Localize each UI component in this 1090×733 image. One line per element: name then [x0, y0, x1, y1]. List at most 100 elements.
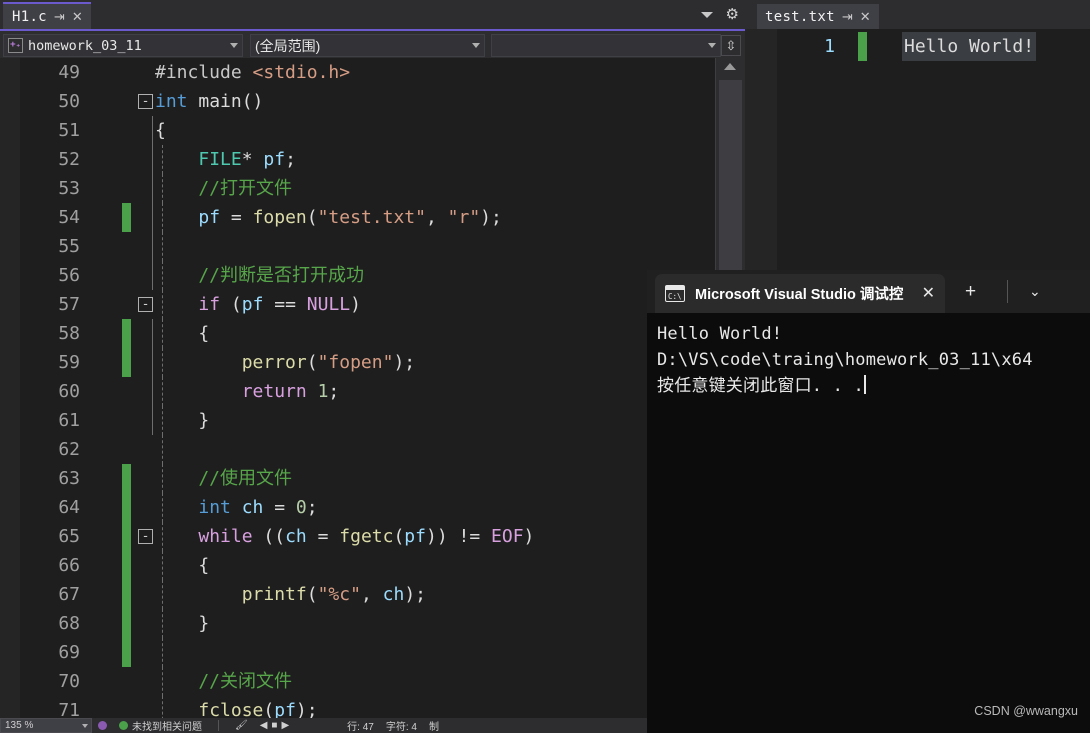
scope-label: (全局范围): [255, 37, 321, 54]
tabstrip-actions: ⚙: [700, 0, 739, 29]
code-line[interactable]: 56 //判断是否打开成功: [0, 261, 745, 290]
indent-guide: [152, 116, 153, 145]
change-bar: [122, 551, 131, 580]
indent-guide: [152, 319, 153, 348]
indent-guide: [152, 406, 153, 435]
line-number: 67: [58, 584, 80, 605]
code-line[interactable]: 66 {: [0, 551, 745, 580]
tab-test-txt[interactable]: test.txt ⇥ ✕: [757, 4, 879, 29]
line-number: 64: [58, 497, 80, 518]
zoom-level-selector[interactable]: 135 %: [0, 718, 92, 733]
console-line-text: 按任意键关闭此窗口. . .: [657, 376, 864, 396]
fold-toggle-icon[interactable]: -: [138, 529, 153, 544]
line-number: 50: [58, 91, 80, 112]
code-line[interactable]: 58 {: [0, 319, 745, 348]
code-line[interactable]: 70 //关闭文件: [0, 667, 745, 696]
code-text: pf = fopen("test.txt", "r");: [198, 207, 502, 228]
code-line[interactable]: 61 }: [0, 406, 745, 435]
text-file-line: Hello World!: [902, 32, 1037, 61]
code-text: {: [155, 323, 210, 344]
code-line[interactable]: 50 - int main(): [0, 87, 745, 116]
status-tail: 制: [428, 722, 439, 733]
command-prompt-icon: C:\: [665, 285, 685, 302]
code-line[interactable]: 52 FILE* pf;: [0, 145, 745, 174]
brush-tool[interactable]: 🖌: [229, 720, 254, 731]
plus-icon[interactable]: +: [965, 282, 976, 301]
code-line[interactable]: 55: [0, 232, 745, 261]
gear-icon[interactable]: ⚙: [726, 7, 739, 22]
chevron-down-icon: [472, 43, 480, 48]
issues-indicator[interactable]: 未找到相关问题: [113, 718, 208, 733]
chevron-down-icon[interactable]: [700, 11, 713, 18]
code-line[interactable]: 62: [0, 435, 745, 464]
scope-dropdown[interactable]: (全局范围): [250, 34, 485, 57]
editor-navigation-bar: +₊ homework_03_11 (全局范围) ⇳: [0, 29, 745, 58]
code-text: int main(): [155, 91, 264, 112]
code-line[interactable]: 59 perror("fopen");: [0, 348, 745, 377]
code-line[interactable]: 60 return 1;: [0, 377, 745, 406]
code-line[interactable]: 65 - while ((ch = fgetc(pf)) != EOF): [0, 522, 745, 551]
console-tab[interactable]: C:\ Microsoft Visual Studio 调试控 ✕: [655, 274, 945, 313]
project-name: homework_03_11: [28, 37, 142, 54]
line-number: 56: [58, 265, 80, 286]
chevron-down-icon: [82, 723, 88, 728]
pin-icon[interactable]: ⇥: [54, 10, 65, 23]
code-line[interactable]: 51 {: [0, 116, 745, 145]
code-text: printf("%c", ch);: [241, 584, 426, 605]
status-bar: 135 % 未找到相关问题 🖌 ◀ ■ ▶ 行: 47 字符: 4 制: [0, 718, 745, 733]
line-number: 54: [58, 207, 80, 228]
indent-guide: [152, 203, 153, 232]
nav-back-icon[interactable]: ◀: [260, 720, 268, 731]
text-tabstrip: test.txt ⇥ ✕: [745, 0, 1090, 29]
split-window-icon[interactable]: ⇳: [721, 35, 741, 56]
code-line[interactable]: 69: [0, 638, 745, 667]
code-text: {: [155, 120, 166, 141]
code-text: if (pf == NULL): [198, 294, 361, 315]
notification-indicator[interactable]: [92, 721, 113, 730]
nav-forward-icon[interactable]: ▶: [281, 720, 289, 731]
project-dropdown[interactable]: +₊ homework_03_11: [3, 34, 243, 57]
code-line[interactable]: 49 #include <stdio.h>: [0, 58, 745, 87]
indent-guide-dashed: [162, 638, 163, 667]
console-tabstrip: C:\ Microsoft Visual Studio 调试控 ✕ + ⌄: [647, 270, 1090, 313]
line-number: 71: [58, 700, 80, 718]
debug-console-window[interactable]: C:\ Microsoft Visual Studio 调试控 ✕ + ⌄ He…: [647, 270, 1090, 733]
member-dropdown[interactable]: [491, 34, 721, 57]
line-number: 1: [824, 36, 835, 57]
close-icon[interactable]: ✕: [860, 10, 871, 23]
line-number: 53: [58, 178, 80, 199]
code-line[interactable]: 71 fclose(pf);: [0, 696, 745, 718]
change-bar: [122, 609, 131, 638]
issues-text: 未找到相关问题: [132, 722, 202, 733]
fold-toggle-icon[interactable]: -: [138, 94, 153, 109]
toolbar-divider: [1007, 280, 1008, 303]
close-icon[interactable]: ✕: [922, 285, 935, 302]
indent-guide: [152, 232, 153, 261]
code-line[interactable]: 67 printf("%c", ch);: [0, 580, 745, 609]
pin-icon[interactable]: ⇥: [842, 10, 853, 23]
code-surface[interactable]: 49 #include <stdio.h> 50- int main() 51{52 F…: [0, 58, 745, 718]
code-line[interactable]: 53 //打开文件: [0, 174, 745, 203]
code-line[interactable]: 54 pf = fopen("test.txt", "r");: [0, 203, 745, 232]
change-bar: [122, 580, 131, 609]
scroll-up-arrow-icon[interactable]: [724, 63, 736, 70]
nav-controls[interactable]: ◀ ■ ▶: [254, 720, 295, 731]
tab-h1-c[interactable]: H1.c ⇥ ✕: [3, 2, 91, 29]
tab-title: test.txt: [765, 8, 835, 25]
screen-root: H1.c ⇥ ✕ ⚙ +₊ homework_03_11 (全局范围) ⇳ 49…: [0, 0, 1090, 733]
code-text: //使用文件: [155, 468, 293, 489]
code-line[interactable]: 63 //使用文件: [0, 464, 745, 493]
code-line[interactable]: 57 - if (pf == NULL): [0, 290, 745, 319]
code-line[interactable]: 68 }: [0, 609, 745, 638]
nav-stop-icon[interactable]: ■: [271, 720, 277, 731]
code-line[interactable]: 64 int ch = 0;: [0, 493, 745, 522]
line-number: 69: [58, 642, 80, 663]
fold-toggle-icon[interactable]: -: [138, 297, 153, 312]
code-text: FILE* pf;: [198, 149, 296, 170]
close-icon[interactable]: ✕: [72, 10, 83, 23]
console-tab-title: Microsoft Visual Studio 调试控: [695, 287, 904, 303]
cursor-line: 行: 47: [347, 722, 374, 733]
text-caret: [863, 375, 866, 394]
chevron-down-icon[interactable]: ⌄: [1029, 284, 1041, 298]
line-number: 55: [58, 236, 80, 257]
